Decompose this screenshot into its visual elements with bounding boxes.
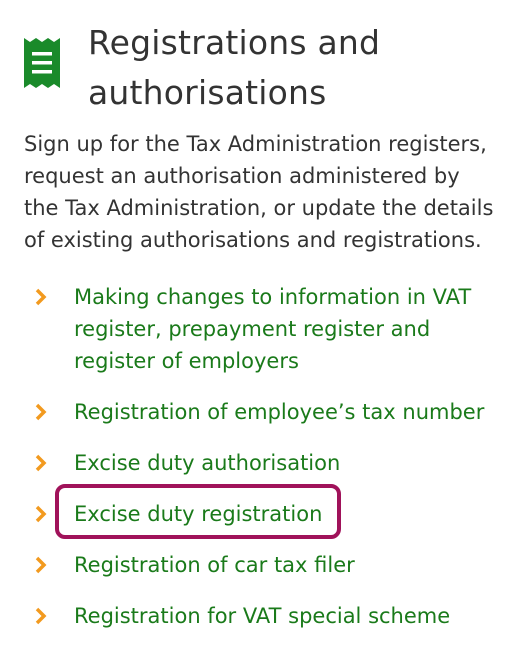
list-item: Excise duty registration [34,498,494,530]
list-item: Registration of employee’s tax number [34,396,494,428]
link-excise-duty-registration[interactable]: Excise duty registration [74,502,322,526]
chevron-right-icon [35,288,47,306]
page-title: Registrations and authorisations [88,23,381,112]
link-car-tax-filer[interactable]: Registration of car tax filer [74,553,355,577]
link-vat-register-changes[interactable]: Making changes to information in VAT reg… [74,285,471,373]
chevron-right-icon [35,505,47,523]
list-item: Excise duty authorisation [34,447,494,479]
list-item: Registration of car tax filer [34,549,494,581]
link-employee-tax-number[interactable]: Registration of employee’s tax number [74,400,484,424]
chevron-right-icon [35,556,47,574]
link-list: Making changes to information in VAT reg… [34,281,494,651]
chevron-right-icon [35,403,47,421]
link-vat-special-scheme[interactable]: Registration for VAT special scheme [74,604,450,628]
list-item: Registration for VAT special scheme [34,600,494,632]
chevron-right-icon [35,607,47,625]
link-excise-duty-authorisation[interactable]: Excise duty authorisation [74,451,340,475]
list-item: Making changes to information in VAT reg… [34,281,494,377]
section-description: Sign up for the Tax Administration regis… [24,132,494,252]
chevron-right-icon [35,454,47,472]
document-list-icon [24,38,60,88]
